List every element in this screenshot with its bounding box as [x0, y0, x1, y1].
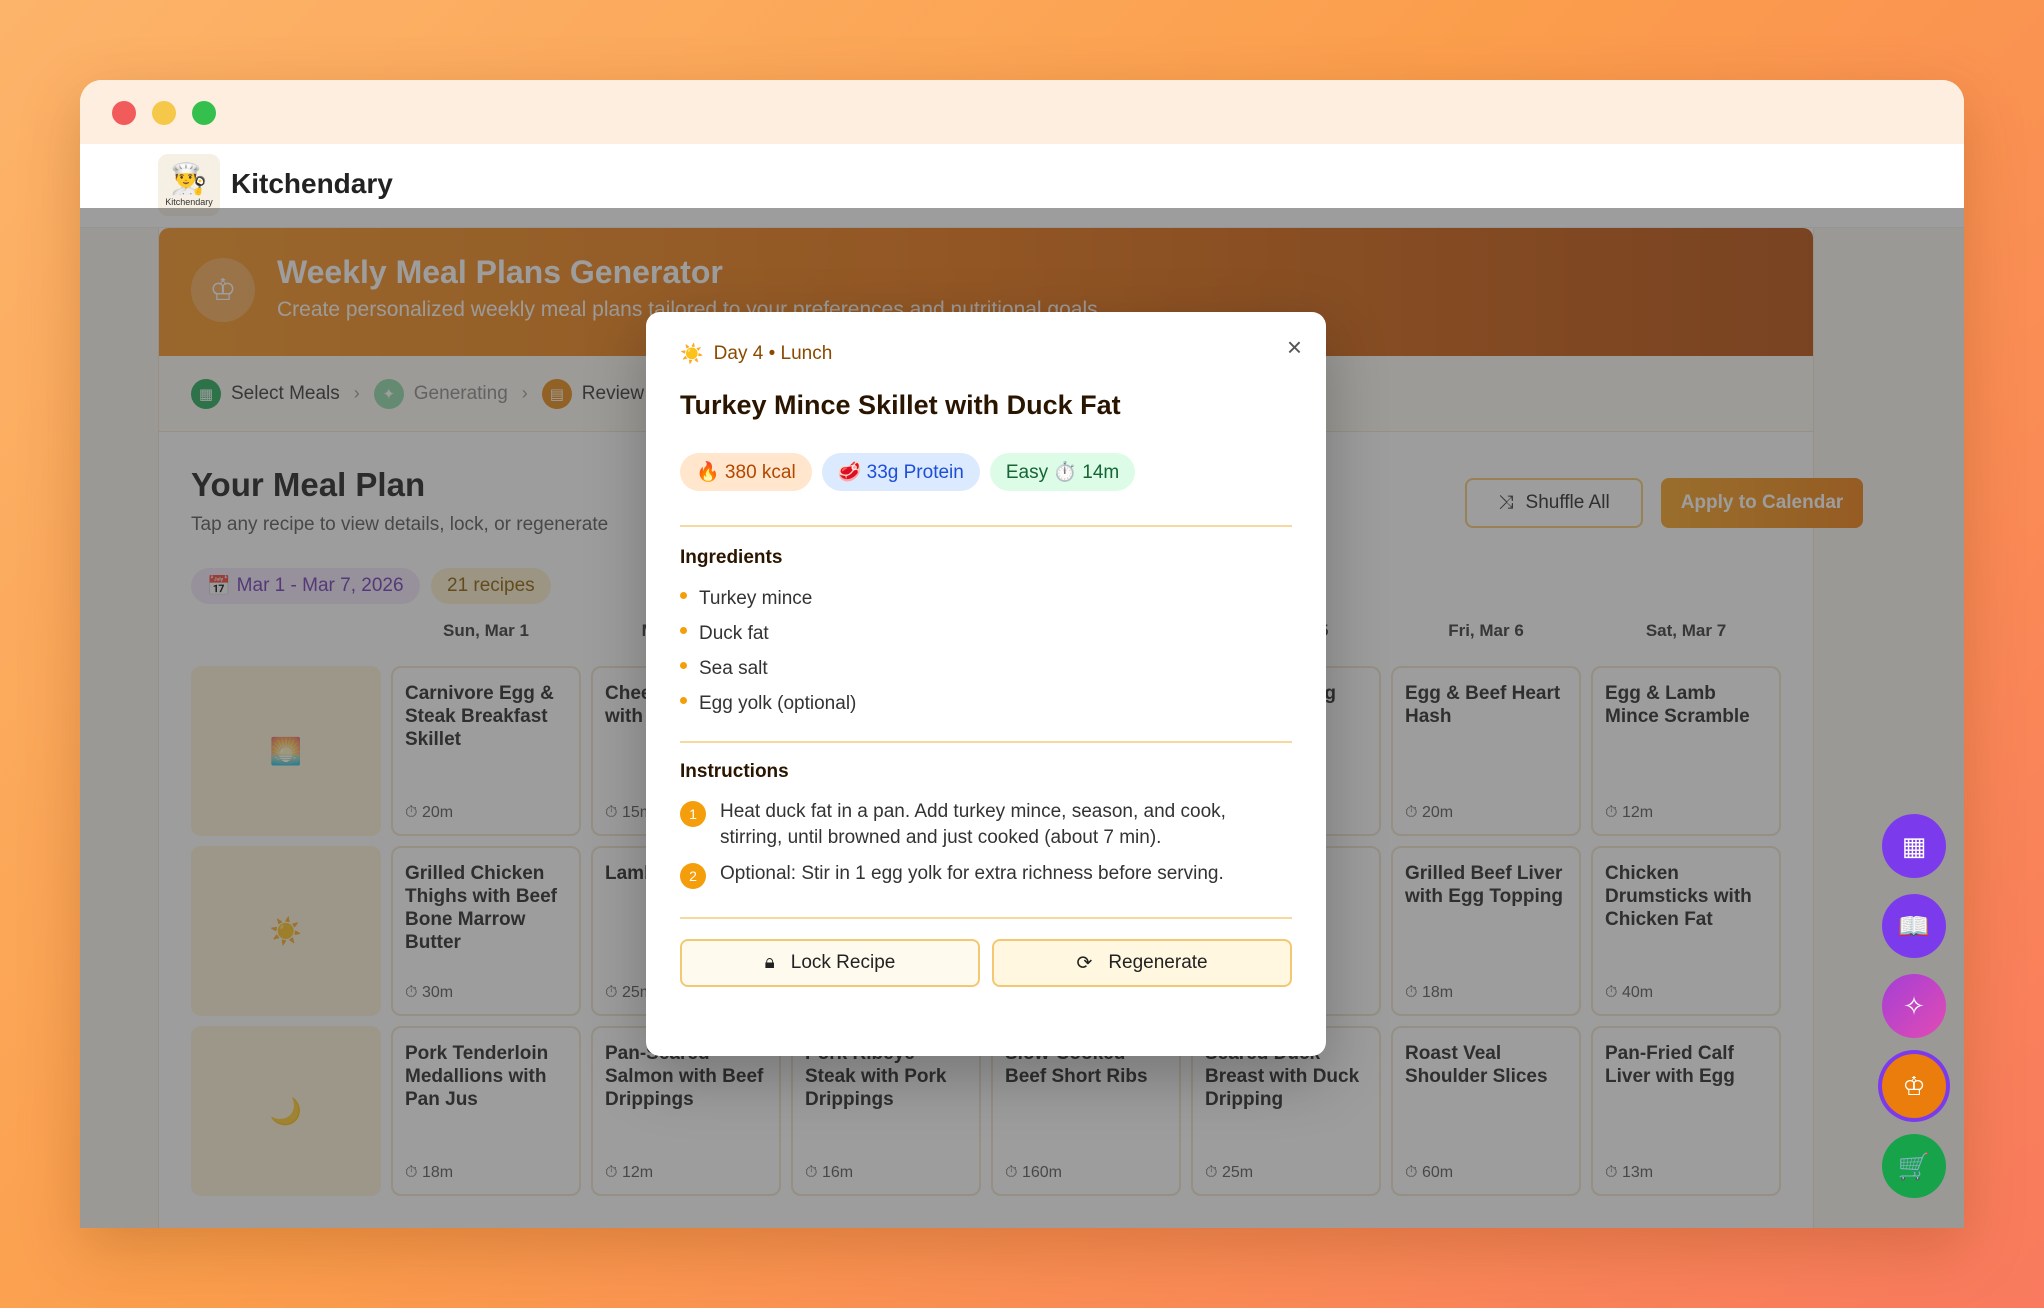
minimize-window-button[interactable] [152, 101, 176, 125]
protein-badge: 🥩 33g Protein [821, 453, 980, 491]
brand-name[interactable]: Kitchendary [231, 168, 393, 200]
ingredient-item: Duck fat [680, 616, 1292, 651]
close-icon[interactable]: × [1287, 332, 1302, 363]
recipe-title: Turkey Mince Skillet with Duck Fat [680, 390, 1121, 420]
ingredient-item: Sea salt [680, 651, 1292, 686]
calories-badge: 🔥 380 kcal [680, 453, 812, 491]
sun-icon: ☀️ [680, 344, 704, 365]
instruction-step: 1 Heat duck fat in a pan. Add turkey min… [680, 799, 1292, 851]
step-number: 1 [680, 801, 706, 827]
book-icon: 📖 [1897, 910, 1931, 941]
window-titlebar [80, 80, 1964, 144]
cart-icon: 🛒 [1897, 1150, 1931, 1181]
step-number: 2 [680, 863, 706, 889]
lock-label: Lock Recipe [790, 952, 896, 973]
brand-logo[interactable]: 👨‍🍳 Kitchendary [158, 154, 220, 216]
regenerate-label: Regenerate [1108, 952, 1208, 973]
meal-slot-label: ☀️ Day 4 • Lunch [680, 342, 1292, 366]
ingredient-item: Egg yolk (optional) [680, 686, 1292, 721]
difficulty-badge: Easy ⏱️ 14m [989, 453, 1136, 491]
calendar-icon: ▦ [1901, 830, 1927, 861]
ingredients-heading: Ingredients [680, 547, 783, 568]
maximize-window-button[interactable] [192, 101, 216, 125]
refresh-icon: ⟳ [1076, 952, 1093, 974]
instruction-step: 2 Optional: Stir in 1 egg yolk for extra… [680, 861, 1292, 889]
chef-icon: 👨‍🍳 [170, 163, 208, 196]
recipes-fab[interactable]: 📖 [1882, 894, 1946, 958]
step-text: Heat duck fat in a pan. Add turkey mince… [720, 801, 1226, 848]
divider [680, 741, 1292, 743]
step-text: Optional: Stir in 1 egg yolk for extra r… [720, 863, 1224, 884]
meal-planner-fab[interactable]: ♔ [1882, 1054, 1946, 1118]
ingredient-item: Turkey mince [680, 581, 1292, 616]
nutrition-badges: 🔥 380 kcal 🥩 33g Protein Easy ⏱️ 14m [680, 453, 1292, 491]
divider [680, 917, 1292, 919]
ingredients-list: Turkey mince Duck fat Sea salt Egg yolk … [680, 581, 1292, 721]
recipe-detail-modal: × ☀️ Day 4 • Lunch Turkey Mince Skillet … [646, 312, 1326, 1056]
instructions-heading: Instructions [680, 761, 789, 782]
divider [680, 525, 1292, 527]
chef-hat-icon: ♔ [1902, 1070, 1926, 1101]
magic-fab[interactable]: ✧ [1882, 974, 1946, 1038]
shopping-cart-fab[interactable]: 🛒 [1882, 1134, 1946, 1198]
close-window-button[interactable] [112, 101, 136, 125]
calendar-fab[interactable]: ▦ [1882, 814, 1946, 878]
lock-recipe-button[interactable]: 🔒︎ Lock Recipe [680, 939, 980, 987]
meal-slot-text: Day 4 • Lunch [713, 343, 833, 364]
instructions-list: 1 Heat duck fat in a pan. Add turkey min… [680, 799, 1292, 889]
regenerate-button[interactable]: ⟳ Regenerate [992, 939, 1292, 987]
modal-actions: 🔒︎ Lock Recipe ⟳ Regenerate [680, 939, 1292, 987]
lock-icon: 🔒︎ [764, 952, 775, 973]
logo-text: Kitchendary [165, 197, 213, 207]
magic-wand-icon: ✧ [1903, 990, 1925, 1021]
